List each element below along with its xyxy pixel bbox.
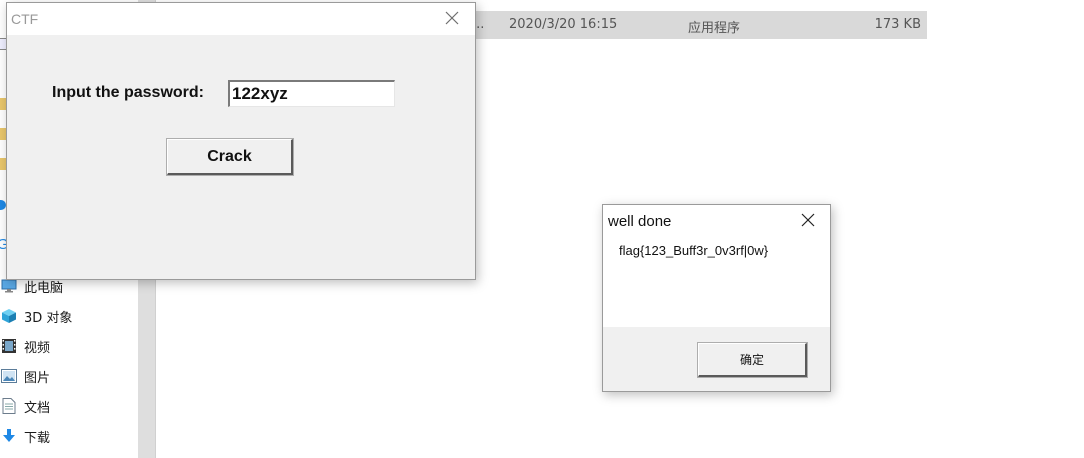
sidebar-item-label: 文档 <box>24 400 51 416</box>
ctf-dialog: CTF Input the password: 122xyz Crack <box>6 2 476 280</box>
file-row-selected[interactable]: ... 2020/3/20 16:15 应用程序 173 KB <box>470 11 927 39</box>
ctf-title: CTF <box>11 11 39 27</box>
password-input[interactable]: 122xyz <box>228 80 395 107</box>
sidebar-item-label: 图片 <box>24 370 51 386</box>
sidebar-item-partial <box>0 452 24 458</box>
pictures-icon <box>0 368 18 384</box>
documents-icon <box>0 398 18 414</box>
sidebar-item-videos[interactable]: 视频 <box>0 334 50 358</box>
close-icon <box>801 213 815 230</box>
ctf-titlebar[interactable]: CTF <box>7 3 475 35</box>
computer-icon <box>0 278 18 294</box>
message-box-close-button[interactable] <box>786 205 830 237</box>
crack-button[interactable]: Crack <box>166 138 294 176</box>
sidebar-item-documents[interactable]: 文档 <box>0 394 50 418</box>
sidebar-item-3d-objects[interactable]: 3D 对象 <box>0 304 72 328</box>
message-box: well done flag{123_Buff3r_0v3rf|0w} 确定 <box>602 204 831 392</box>
3d-objects-icon <box>0 308 18 324</box>
sidebar-item-pictures[interactable]: 图片 <box>0 364 50 388</box>
close-icon <box>445 11 459 28</box>
file-date-modified: 2020/3/20 16:15 <box>509 17 618 32</box>
sidebar-item-downloads[interactable]: 下载 <box>0 424 50 448</box>
ctf-close-button[interactable] <box>429 3 475 35</box>
file-type: 应用程序 <box>688 21 741 36</box>
message-box-title: well done <box>608 213 672 230</box>
download-icon <box>0 428 18 444</box>
flag-message-text: flag{123_Buff3r_0v3rf|0w} <box>619 243 769 258</box>
message-box-titlebar[interactable]: well done <box>603 205 830 237</box>
password-label: Input the password: <box>52 84 204 101</box>
video-icon <box>0 338 18 354</box>
sidebar-item-label: 3D 对象 <box>24 310 73 326</box>
sidebar-item-label: 视频 <box>24 340 51 356</box>
ok-button[interactable]: 确定 <box>697 342 808 378</box>
file-size: 173 KB <box>874 17 921 32</box>
sidebar-item-label: 下载 <box>24 430 51 446</box>
